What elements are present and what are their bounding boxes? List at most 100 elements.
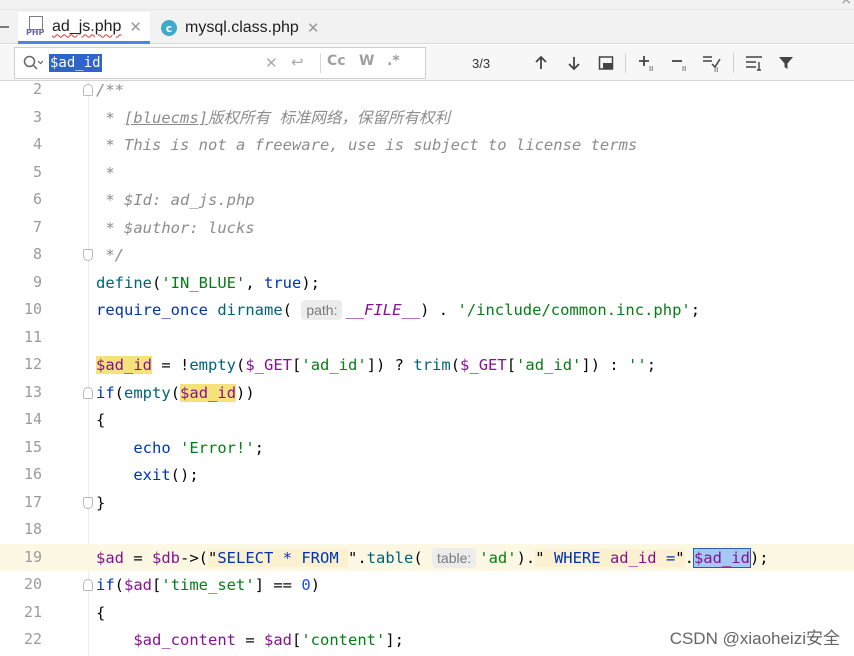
code-text: exit(); [133,466,199,484]
line-number: 10 [23,300,42,318]
code-text: * This is not a freeware, use is subject… [96,136,638,154]
new-line-icon[interactable]: ↩ [291,53,304,71]
code-line: 9 define('IN_BLUE', true); [0,269,854,297]
find-in-selection-icon[interactable] [595,52,617,74]
search-match: $ad_id [96,356,152,374]
code-line: 7 * $author: lucks [0,214,854,242]
select-all-occurrences-icon[interactable]: II [701,52,723,74]
next-occurrence-icon[interactable] [563,52,585,74]
line-number: 21 [23,602,42,621]
line-number: 6 [32,190,42,208]
line-number: 4 [32,135,42,153]
editor-tab-bar: × PHP ad_js.php ✕ c mysql.class.php ✕ [0,0,854,44]
code-text: { [96,603,106,622]
line-number: 2 [32,82,42,98]
line-number: 11 [23,327,42,346]
parameter-hint: table: [432,547,477,568]
close-tab-icon[interactable]: ✕ [307,19,320,37]
line-number: 16 [23,465,42,483]
line-number: 9 [32,272,42,291]
line-number: 19 [23,547,42,566]
search-query: $ad_id [49,54,102,72]
code-text: echo 'Error!'; [133,438,264,457]
divider [733,53,734,73]
code-text: * [96,163,115,182]
line-number: 8 [32,245,42,263]
line-number: 13 [23,382,42,401]
previous-occurrence-icon[interactable] [530,52,552,74]
fold-marker-icon[interactable] [83,579,93,591]
match-case-toggle[interactable]: Cc [327,53,346,69]
code-line: 14 { [0,406,854,434]
line-number: 14 [23,410,42,428]
code-line: 3 * [bluecms]版权所有 标准网络，保留所有权利 [0,104,854,132]
tab-overflow-icon[interactable] [0,26,9,28]
line-number: 22 [23,630,42,648]
watermark: CSDN @xiaoheizi安全 [669,629,840,648]
code-text: */ [96,246,124,264]
code-text: { [96,411,106,429]
line-number: 7 [32,217,42,236]
svg-text:II: II [649,65,653,72]
code-text: require_once dirname( path: __FILE__) . '… [96,300,701,320]
code-line: 18 [0,516,854,544]
code-text: * $author: lucks [96,218,255,237]
parameter-hint: path: [301,300,343,320]
code-text: * $Id: ad_js.php [96,191,255,209]
code-text: $ad_id = !empty($_GET['ad_id']) ? trim($… [96,356,657,374]
tab-mysql-class-php[interactable]: c mysql.class.php ✕ [155,12,325,44]
code-line: 5 * [0,159,854,187]
svg-text:II: II [682,65,686,72]
search-match: $ad_id [180,383,237,402]
clear-search-icon[interactable]: ✕ [265,54,278,72]
code-editor[interactable]: 2 /** 3 * [bluecms]版权所有 标准网络，保留所有权利 4 * … [0,82,854,656]
code-line: 8 */ [0,241,854,269]
tab-ad-js-php[interactable]: PHP ad_js.php ✕ [18,12,150,44]
code-line: 2 /** [0,82,854,104]
window-top-strip: × [0,0,854,10]
line-number: 5 [32,162,42,181]
line-number: 15 [23,437,42,456]
code-text: } [96,493,106,512]
fold-marker-icon[interactable] [83,84,93,96]
svg-text:II: II [714,66,718,72]
fold-marker-icon[interactable] [83,249,93,261]
code-text: if(empty($ad_id)) [96,383,255,402]
top-divider [0,9,854,10]
search-icon[interactable] [23,55,43,71]
filter-icon[interactable] [775,52,797,74]
close-window-icon[interactable]: × [840,0,852,8]
find-toolbar: $ad_id ✕ ↩ Cc W .* 3/3 II II II [0,45,854,81]
code-text: define('IN_BLUE', true); [96,273,321,292]
divider [625,53,626,73]
line-number: 12 [23,355,42,373]
line-number: 17 [23,492,42,511]
add-occurrence-icon[interactable]: II [636,52,658,74]
code-line: 6 * $Id: ad_js.php [0,186,854,214]
line-number: 18 [23,520,42,538]
remove-occurrence-icon[interactable]: II [669,52,691,74]
code-line: 12 $ad_id = !empty($_GET['ad_id']) ? tri… [0,351,854,379]
code-line: 11 [0,324,854,352]
code-line: 16 exit(); [0,461,854,489]
code-line: 15 echo 'Error!'; [0,434,854,462]
match-count: 3/3 [472,56,491,71]
tab-label: ad_js.php [52,17,122,35]
fold-marker-icon[interactable] [83,496,93,509]
code-line: 20 if($ad['time_set'] == 0) [0,571,854,599]
words-toggle[interactable]: W [359,53,374,69]
code-line: 10 require_once dirname( path: __FILE__) … [0,296,854,324]
code-line: 13 if(empty($ad_id)) [0,379,854,407]
regex-toggle[interactable]: .* [387,53,400,69]
code-text: $ad = $db->("SELECT * FROM ".table( tabl… [96,547,769,568]
close-tab-icon[interactable]: ✕ [129,18,142,36]
code-text: $ad_content = $ad['content']; [133,631,404,649]
filter-search-results-icon[interactable] [743,52,765,74]
current-code-line: 19 $ad = $db->("SELECT * FROM ".table( t… [0,543,854,571]
tab-label: mysql.class.php [185,19,299,36]
line-number: 3 [32,107,42,126]
search-input[interactable]: $ad_id ✕ ↩ Cc W .* [14,47,426,79]
fold-marker-icon[interactable] [83,386,93,399]
code-line: 17 } [0,489,854,517]
code-line: 4 * This is not a freeware, use is subje… [0,131,854,159]
